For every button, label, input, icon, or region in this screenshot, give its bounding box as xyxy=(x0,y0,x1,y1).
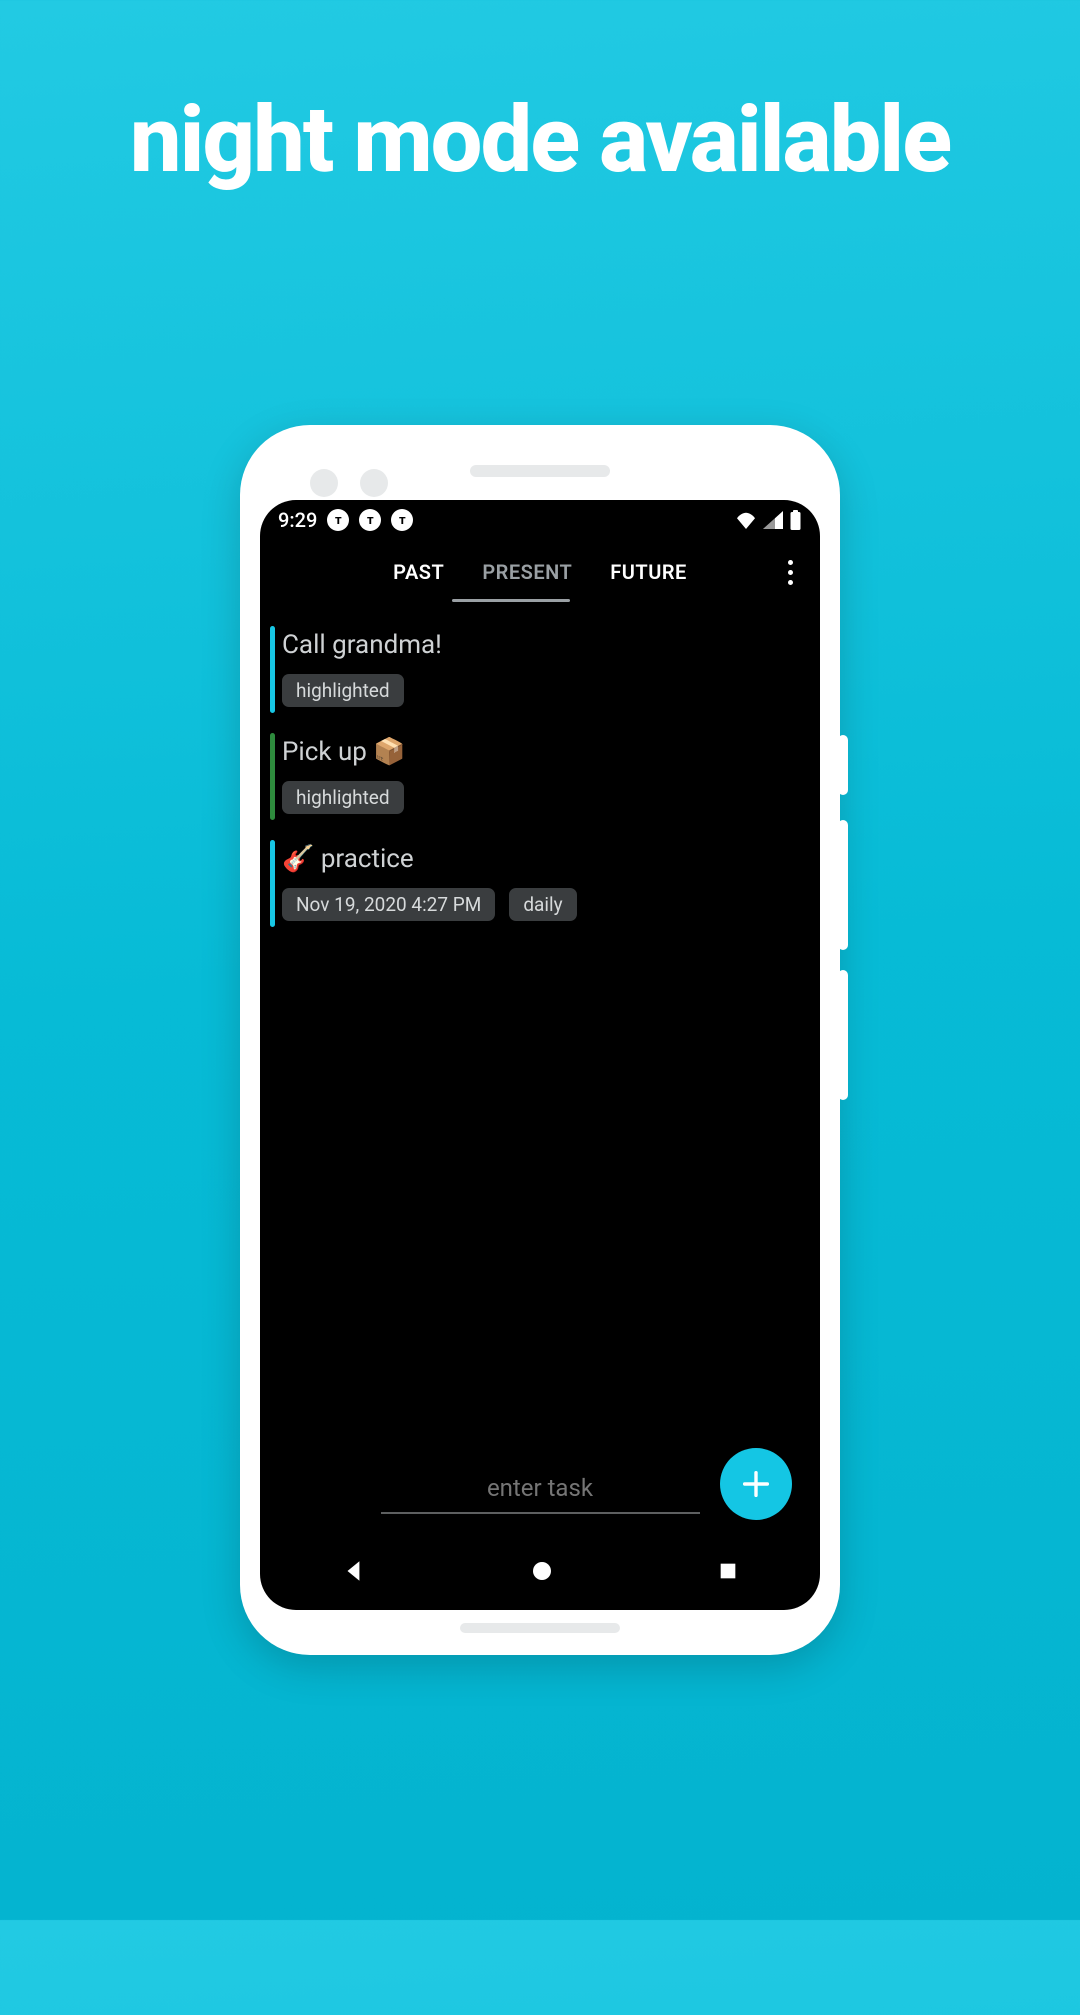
signal-icon xyxy=(763,511,783,529)
tab-future[interactable]: FUTURE xyxy=(608,556,689,602)
task-input[interactable] xyxy=(381,1468,700,1514)
task-chip: daily xyxy=(509,888,576,921)
tab-bar: PAST PRESENT FUTURE xyxy=(260,538,820,602)
input-row xyxy=(260,1468,820,1514)
task-stripe xyxy=(270,626,275,713)
phone-camera xyxy=(310,469,338,497)
overflow-menu-icon[interactable] xyxy=(778,560,802,585)
nav-back-icon[interactable] xyxy=(341,1558,367,1588)
tab-past[interactable]: PAST xyxy=(391,556,446,602)
status-left: 9:29 т т т xyxy=(278,508,413,532)
volume-down-nub xyxy=(838,970,848,1100)
wifi-icon xyxy=(735,511,757,529)
battery-icon xyxy=(789,510,802,530)
power-button-nub xyxy=(838,735,848,795)
tab-present[interactable]: PRESENT xyxy=(480,556,574,602)
nav-recent-icon[interactable] xyxy=(717,1560,739,1586)
task-title: 🎸 practice xyxy=(282,844,802,874)
status-right xyxy=(735,510,802,530)
add-task-button[interactable] xyxy=(720,1448,792,1520)
phone-home-indicator xyxy=(460,1623,620,1633)
task-stripe xyxy=(270,733,275,820)
tab-underline xyxy=(452,599,570,602)
task-title: Pick up 📦 xyxy=(282,737,802,767)
nav-home-icon[interactable] xyxy=(530,1559,554,1587)
task-chips: highlighted xyxy=(282,674,802,707)
task-item[interactable]: Call grandma! highlighted xyxy=(260,616,820,723)
task-item[interactable]: 🎸 practice Nov 19, 2020 4:27 PM daily xyxy=(260,830,820,937)
status-notif-icon: т xyxy=(327,509,349,531)
task-list: Call grandma! highlighted Pick up 📦 high… xyxy=(260,602,820,937)
phone-sensor xyxy=(360,469,388,497)
status-time: 9:29 xyxy=(278,508,317,532)
task-chips: Nov 19, 2020 4:27 PM daily xyxy=(282,888,802,921)
promo-headline: night mode available xyxy=(0,95,1080,187)
task-title: Call grandma! xyxy=(282,630,802,660)
task-chip: highlighted xyxy=(282,674,404,707)
task-chip: highlighted xyxy=(282,781,404,814)
android-nav-bar xyxy=(260,1536,820,1610)
status-notif-icon: т xyxy=(391,509,413,531)
status-bar: 9:29 т т т xyxy=(260,500,820,538)
task-chips: highlighted xyxy=(282,781,802,814)
volume-up-nub xyxy=(838,820,848,950)
app-screen: 9:29 т т т PAST PRESENT FUTURE xyxy=(260,500,820,1610)
task-item[interactable]: Pick up 📦 highlighted xyxy=(260,723,820,830)
phone-speaker xyxy=(470,465,610,477)
task-chip: Nov 19, 2020 4:27 PM xyxy=(282,888,495,921)
status-notif-icon: т xyxy=(359,509,381,531)
task-stripe xyxy=(270,840,275,927)
phone-frame: 9:29 т т т PAST PRESENT FUTURE xyxy=(240,425,840,1655)
